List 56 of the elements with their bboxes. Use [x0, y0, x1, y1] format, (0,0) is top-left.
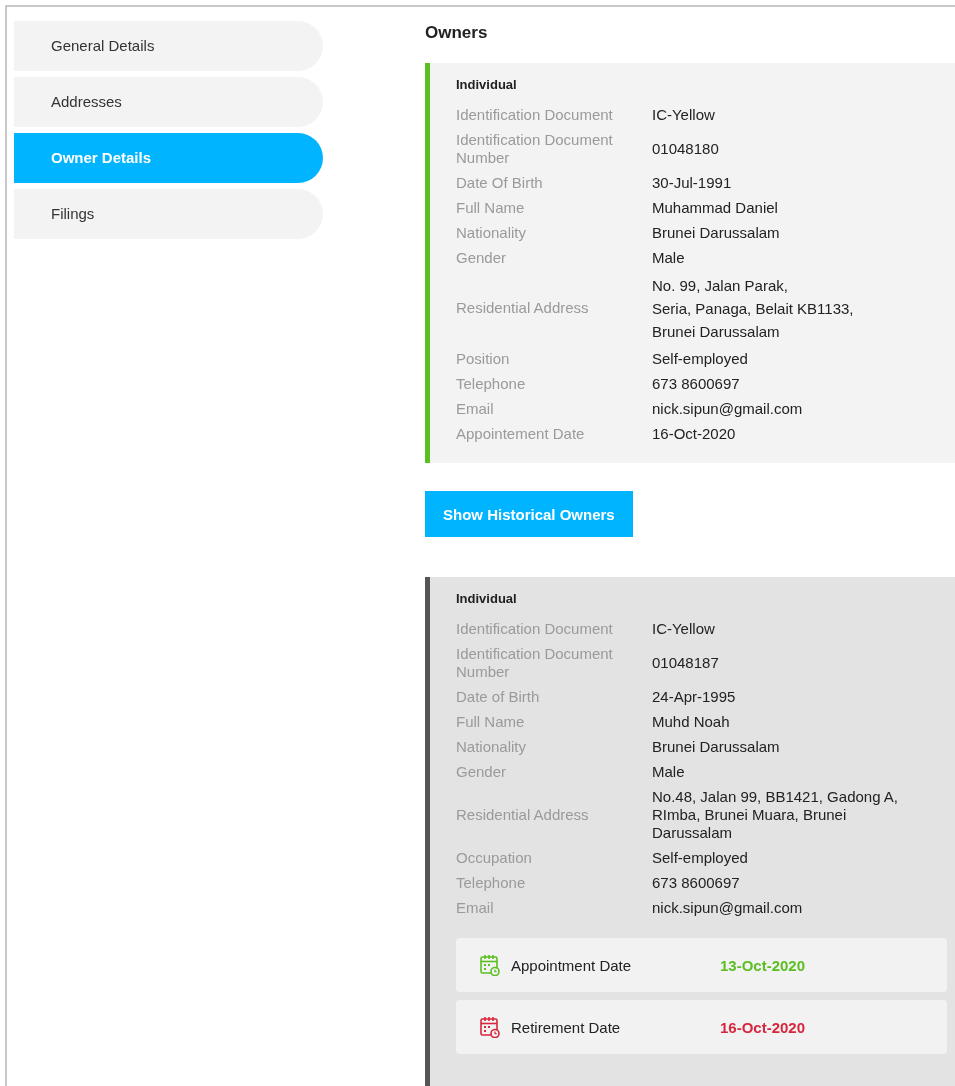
- field-value: Muhd Noah: [652, 712, 730, 731]
- field-value: nick.sipun@gmail.com: [652, 898, 803, 917]
- calendar-icon: [480, 954, 500, 976]
- sidebar-item[interactable]: Addresses: [14, 77, 323, 127]
- field-value: 16-Oct-2020: [652, 424, 736, 443]
- field-label: Appointement Date: [456, 424, 586, 443]
- date-label: Retirement Date: [511, 1018, 622, 1036]
- field-value: Brunei Darussalam: [652, 321, 781, 342]
- date-value: 13-Oct-2020: [720, 956, 806, 974]
- field-label: Nationality: [456, 737, 528, 756]
- field-label: Date of Birth: [456, 687, 541, 706]
- field-label: Telephone: [456, 873, 527, 892]
- field-value: 24-Apr-1995: [652, 687, 736, 706]
- owner-type: Individual: [456, 77, 518, 92]
- field-label: Gender: [456, 248, 508, 267]
- field-value: 30-Jul-1991: [652, 173, 732, 192]
- field-value: No.48, Jalan 99, BB1421, Gadong A, RImba, Brunei Muara, Brunei Darussalam: [652, 787, 899, 842]
- field-value: 673 8600697: [652, 873, 740, 892]
- field-label: Identification Document Number: [456, 644, 614, 681]
- field-label: Occupation: [456, 848, 533, 867]
- field-value: 01048180: [652, 139, 719, 158]
- field-value: No. 99, Jalan Parak,: [652, 275, 789, 296]
- field-value: Brunei Darussalam: [652, 223, 780, 242]
- field-value: IC-Yellow: [652, 105, 715, 124]
- field-label: Residential Address: [456, 299, 590, 317]
- field-label: Gender: [456, 762, 508, 781]
- field-value: IC-Yellow: [652, 619, 715, 638]
- field-label: Residential Address: [456, 805, 590, 824]
- field-value: Brunei Darussalam: [652, 737, 780, 756]
- sidebar-item[interactable]: General Details: [14, 21, 323, 71]
- field-label: Date Of Birth: [456, 173, 544, 192]
- sidebar-item[interactable]: Filings: [14, 189, 323, 239]
- field-label: Email: [456, 898, 495, 917]
- field-value: 673 8600697: [652, 374, 740, 393]
- field-value: Self-employed: [652, 349, 748, 368]
- field-label: Identification Document: [456, 619, 614, 638]
- field-value: nick.sipun@gmail.com: [652, 399, 803, 418]
- date-value: 16-Oct-2020: [720, 1018, 806, 1036]
- field-value: Self-employed: [652, 848, 748, 867]
- field-label: Position: [456, 349, 511, 368]
- field-value: Seria, Panaga, Belait KB1133,: [652, 298, 854, 319]
- field-label: Identification Document: [456, 105, 614, 124]
- field-value: Muhammad Daniel: [652, 198, 778, 217]
- date-label: Appointment Date: [511, 956, 633, 974]
- field-label: Nationality: [456, 223, 528, 242]
- owner-type: Individual: [456, 591, 518, 606]
- field-label: Telephone: [456, 374, 527, 393]
- field-value: Male: [652, 762, 685, 781]
- field-label: Email: [456, 399, 495, 418]
- section-title: Owners: [425, 23, 489, 43]
- field-value: 01048187: [652, 653, 719, 672]
- field-label: Full Name: [456, 712, 526, 731]
- field-value: Male: [652, 248, 685, 267]
- field-label: Identification Document Number: [456, 130, 614, 167]
- field-label: Full Name: [456, 198, 526, 217]
- calendar-icon: [480, 1016, 500, 1038]
